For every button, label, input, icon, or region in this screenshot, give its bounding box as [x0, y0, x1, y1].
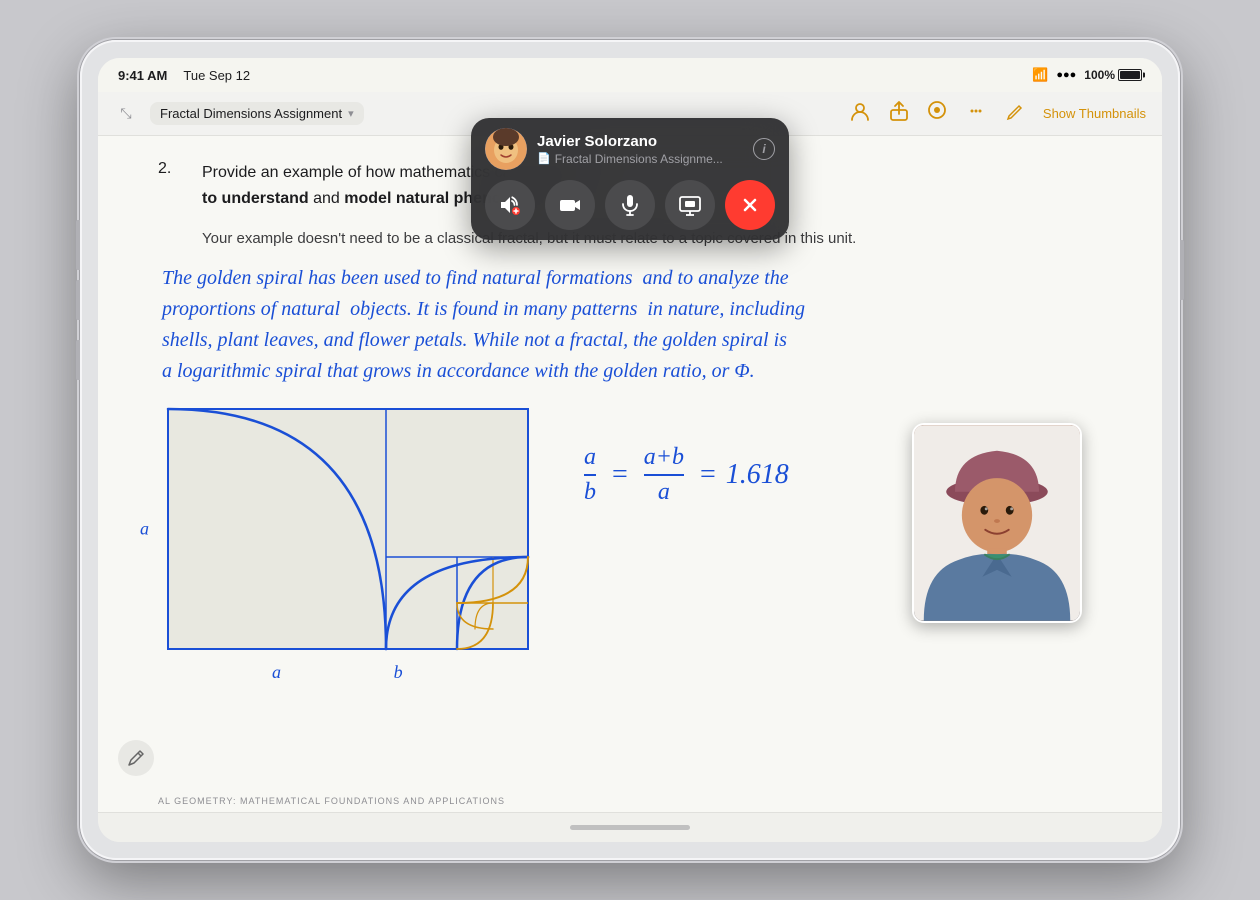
page-footer: AL GEOMETRY: MATHEMATICAL FOUNDATIONS AN… [158, 796, 505, 806]
collapse-button[interactable]: ⤡ [114, 102, 138, 126]
screen-share-button[interactable] [665, 180, 715, 230]
status-right: 📶 ●●● 100% [1032, 67, 1142, 83]
status-date: Tue Sep 12 [183, 68, 250, 83]
info-icon: i [762, 142, 765, 156]
spiral-svg [158, 399, 538, 659]
phi-value: 1.618 [726, 458, 789, 492]
facetime-doc-preview: 📄 Fractal Dimensions Assignme... [537, 152, 743, 166]
document-name-button[interactable]: Fractal Dimensions Assignment ▾ [150, 102, 364, 125]
facetime-avatar [485, 128, 527, 170]
battery-fill [1120, 71, 1140, 79]
facetime-info-button[interactable]: i [753, 138, 775, 160]
facetime-controls [485, 180, 775, 230]
end-call-button[interactable] [725, 180, 775, 230]
facetime-header: Javier Solorzano 📄 Fractal Dimensions As… [485, 128, 775, 170]
person-icon[interactable] [849, 100, 871, 128]
share-icon[interactable] [889, 100, 909, 127]
toolbar-right-icons: Show Thumbnails [849, 100, 1146, 128]
battery-percent: 100% [1084, 68, 1115, 82]
mute-button[interactable] [605, 180, 655, 230]
facetime-panel: Javier Solorzano 📄 Fractal Dimensions As… [471, 118, 789, 240]
wifi-icon: 📶 [1032, 67, 1048, 83]
label-a-left: a [140, 519, 149, 540]
signal-icon: ●●● [1056, 69, 1076, 81]
equals-1: = [612, 458, 628, 492]
label-b-bottom: b [394, 662, 403, 683]
drawing-section: a [158, 399, 1102, 659]
video-person-view [914, 425, 1080, 621]
fraction-a-plus-b-a: a+b a [644, 443, 684, 507]
ipad-device: 9:41 AM Tue Sep 12 📶 ●●● 100% ⤡ Fracta [80, 40, 1180, 860]
battery-bar [1118, 69, 1142, 81]
fraction-a-b: a b [584, 443, 596, 507]
equals-2: = [700, 458, 716, 492]
label-a-bottom: a [272, 662, 281, 683]
edit-icon[interactable] [1005, 100, 1025, 127]
speaker-button[interactable] [485, 180, 535, 230]
show-thumbnails-button[interactable]: Show Thumbnails [1043, 106, 1146, 121]
home-bar [98, 812, 1162, 842]
comment-icon[interactable] [965, 100, 987, 127]
power-button[interactable] [1180, 240, 1184, 300]
document-title: Fractal Dimensions Assignment [160, 106, 342, 121]
facetime-user-name: Javier Solorzano [537, 133, 743, 150]
volume-down-button[interactable] [76, 340, 80, 380]
camera-button[interactable] [545, 180, 595, 230]
volume-up-button[interactable] [76, 280, 80, 320]
pencil-button[interactable] [118, 740, 154, 776]
handwritten-text: The golden spiral has been used to find … [162, 263, 1098, 387]
dropdown-icon: ▾ [348, 107, 354, 120]
facetime-video-thumbnail [912, 423, 1082, 623]
doc-preview-text: Fractal Dimensions Assignme... [555, 152, 723, 166]
status-bar: 9:41 AM Tue Sep 12 📶 ●●● 100% [98, 58, 1162, 92]
facetime-overlay: Javier Solorzano 📄 Fractal Dimensions As… [471, 118, 789, 240]
pencil-icon [126, 748, 146, 768]
collapse-icon: ⤡ [120, 105, 131, 122]
status-time: 9:41 AM [118, 68, 167, 83]
battery-indicator: 100% [1084, 68, 1142, 82]
facetime-user-info: Javier Solorzano 📄 Fractal Dimensions As… [537, 133, 743, 166]
doc-icon: 📄 [537, 152, 551, 165]
math-equation: a b = a+b a = 1.618 [578, 439, 789, 507]
golden-spiral-diagram: a [158, 399, 538, 659]
handwritten-answer: The golden spiral has been used to find … [158, 263, 1102, 387]
person-illustration [914, 423, 1080, 623]
home-indicator[interactable] [570, 825, 690, 830]
highlight-icon[interactable] [927, 100, 947, 127]
question-number: 2. [158, 160, 182, 211]
